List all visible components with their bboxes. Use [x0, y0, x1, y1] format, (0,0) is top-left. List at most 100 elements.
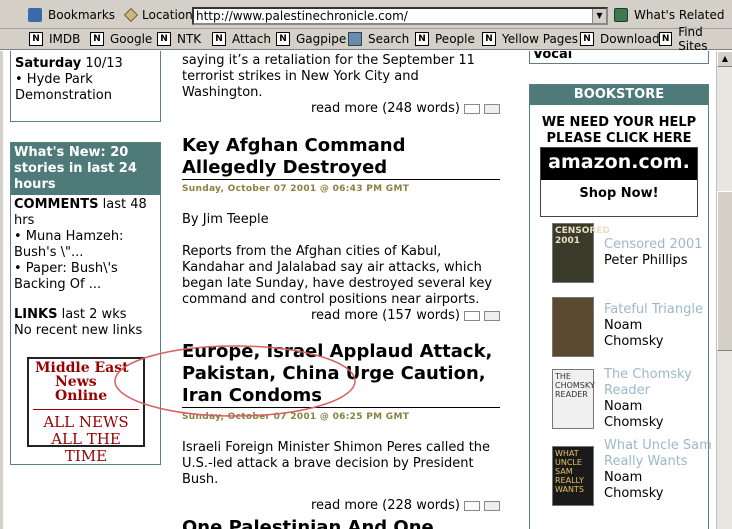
book-author: Noam — [604, 470, 643, 485]
book-entry: Fateful Triangle Noam Chomsky — [604, 302, 703, 350]
article-body: Reports from the Afghan cities of Kabul,… — [182, 244, 493, 307]
print-icon[interactable] — [484, 310, 500, 321]
comments-label: COMMENTS — [14, 197, 99, 212]
read-more-row: read more (157 words) — [182, 308, 500, 324]
book-cover[interactable]: WHAT UNCLE SAM REALLY WANTS — [552, 446, 594, 506]
bookmarks-button[interactable]: Bookmarks — [28, 6, 115, 24]
location-text: Location: — [142, 8, 197, 22]
cover-text: WHAT UNCLE SAM REALLY WANTS — [555, 449, 584, 494]
location-label: Location: — [123, 6, 197, 24]
bookmark-find-sites[interactable]: N Find Sites — [659, 25, 732, 53]
read-more-link[interactable]: read more (228 words) — [311, 498, 460, 513]
book-author: Chomsky — [604, 415, 664, 430]
page-icon: N — [157, 32, 171, 46]
bookmark-imdb[interactable]: N IMDB — [29, 30, 80, 48]
book-cover[interactable]: CENSORED 2001 — [552, 223, 610, 283]
book-title-link[interactable]: Fateful Triangle — [604, 302, 703, 318]
book-cover[interactable] — [552, 297, 594, 357]
page-icon: N — [659, 32, 673, 46]
bookmark-label: Download — [600, 32, 660, 46]
whats-related-label: What's Related — [634, 8, 725, 22]
ad-tagline: ALL THE TIME — [51, 430, 121, 465]
whats-related-button[interactable]: What's Related — [614, 6, 724, 24]
book-author: Noam — [604, 318, 643, 333]
bookmark-people[interactable]: N People — [415, 30, 475, 48]
url-text: http://www.palestinechronicle.com/ — [196, 9, 408, 23]
bookmark-download[interactable]: N Download — [580, 30, 660, 48]
read-more-row: read more (248 words) — [182, 101, 500, 117]
print-icon[interactable] — [484, 500, 500, 511]
whats-new-heading: What's New: 20 stories in last 24 hours — [11, 143, 160, 195]
calendar-day: Saturday — [15, 56, 82, 71]
article-intro: saying it’s a retaliation for the Septem… — [182, 53, 475, 100]
book-cover[interactable]: THE CHOMSKY READER — [552, 369, 595, 429]
scroll-up-arrow-icon[interactable]: ▲ — [717, 51, 732, 67]
email-icon[interactable] — [464, 500, 480, 511]
calendar-event-link[interactable]: • Hyde Park Demonstration — [15, 72, 156, 104]
book-author: Chomsky — [604, 334, 664, 349]
url-dropdown-icon[interactable]: ▼ — [592, 9, 606, 23]
links-span: last 2 wks — [61, 307, 127, 322]
vertical-scrollbar[interactable]: ▲ — [716, 51, 732, 529]
bookmark-label: Yellow Pages — [502, 32, 579, 46]
top-right-label: Vocal — [533, 51, 573, 62]
page-icon: N — [580, 32, 594, 46]
article: One Palestinian And One — [182, 517, 500, 529]
bookmark-label: People — [435, 32, 475, 46]
bookmark-label: Google — [110, 32, 153, 46]
page-icon: N — [90, 32, 104, 46]
navigation-toolbar: Bookmarks Location: http://www.palestine… — [0, 0, 732, 29]
read-more-link[interactable]: read more (248 words) — [311, 101, 460, 116]
help-line[interactable]: WE NEED YOUR HELP — [530, 115, 708, 131]
cover-text: CENSORED 2001 — [555, 226, 610, 246]
bookmark-gagpipe[interactable]: N Gagpipe — [276, 30, 346, 48]
top-right-box: Vocal — [529, 51, 709, 64]
bookmark-label: Find Sites — [678, 25, 708, 53]
comment-link[interactable]: • Muna Hamzeh: Bush's \"... — [14, 229, 157, 261]
article-title[interactable]: Key Afghan Command Allegedly Destroyed — [182, 135, 500, 179]
cover-text — [553, 298, 593, 302]
read-more-row: read more (228 words) — [182, 498, 500, 514]
article-title[interactable]: One Palestinian And One — [182, 517, 500, 529]
bookmarks-label: Bookmarks — [48, 8, 116, 22]
help-line[interactable]: PLEASE CLICK HERE — [530, 131, 708, 147]
bookmark-label: IMDB — [49, 32, 81, 46]
email-icon[interactable] — [464, 103, 480, 114]
bookmark-attach[interactable]: N Attach — [212, 30, 271, 48]
book-title-link[interactable]: Censored 2001 — [604, 237, 703, 253]
page-icon: N — [415, 32, 429, 46]
calendar-date: 10/13 — [85, 56, 123, 71]
book-entry: Censored 2001 Peter Phillips — [604, 237, 703, 269]
article-continued: saying it’s a retaliation for the Septem… — [182, 53, 500, 117]
bookmark-label: Gagpipe — [296, 32, 347, 46]
personal-toolbar: N IMDB N Google N NTK N Attach N Gagpipe Sear… — [0, 25, 732, 53]
page-content: Saturday 10/13 • Hyde Park Demonstration… — [0, 51, 716, 529]
bookmark-label: Search — [368, 32, 410, 46]
url-input[interactable]: http://www.palestinechronicle.com/ ▼ — [192, 7, 608, 25]
amazon-banner[interactable]: amazon.com. Shop Now! — [540, 147, 698, 217]
book-entry: The Chomsky Reader Noam Chomsky — [604, 367, 716, 431]
bookstore-heading: BOOKSTORE — [530, 85, 708, 105]
bookmark-label: NTK — [177, 32, 202, 46]
email-icon[interactable] — [464, 310, 480, 321]
bookmark-search[interactable]: Search — [348, 30, 409, 48]
read-more-link[interactable]: read more (157 words) — [311, 308, 460, 323]
bookmark-yellow-pages[interactable]: N Yellow Pages — [482, 30, 578, 48]
book-entry: What Uncle Sam Really Wants Noam Chomsky — [604, 438, 716, 502]
book-title-link[interactable]: The Chomsky Reader — [604, 367, 716, 399]
print-icon[interactable] — [484, 103, 500, 114]
bookmark-google[interactable]: N Google — [90, 30, 152, 48]
article-date: Sunday, October 07 2001 @ 06:43 PM GMT — [182, 179, 500, 197]
bookmark-label: Attach — [232, 32, 271, 46]
page-icon: N — [482, 32, 496, 46]
book-author: Chomsky — [604, 486, 664, 501]
scrollbar-thumb[interactable] — [717, 191, 732, 351]
window-edge — [0, 51, 3, 529]
links-status: No recent new links — [14, 323, 143, 338]
page-icon: N — [276, 32, 290, 46]
bookmark-ntk[interactable]: N NTK — [157, 30, 201, 48]
location-icon — [123, 7, 139, 23]
amazon-logo: amazon.com. — [541, 148, 697, 180]
book-title-link[interactable]: What Uncle Sam Really Wants — [604, 438, 716, 470]
comment-link[interactable]: • Paper: Bush\'s Backing Of ... — [14, 261, 157, 293]
